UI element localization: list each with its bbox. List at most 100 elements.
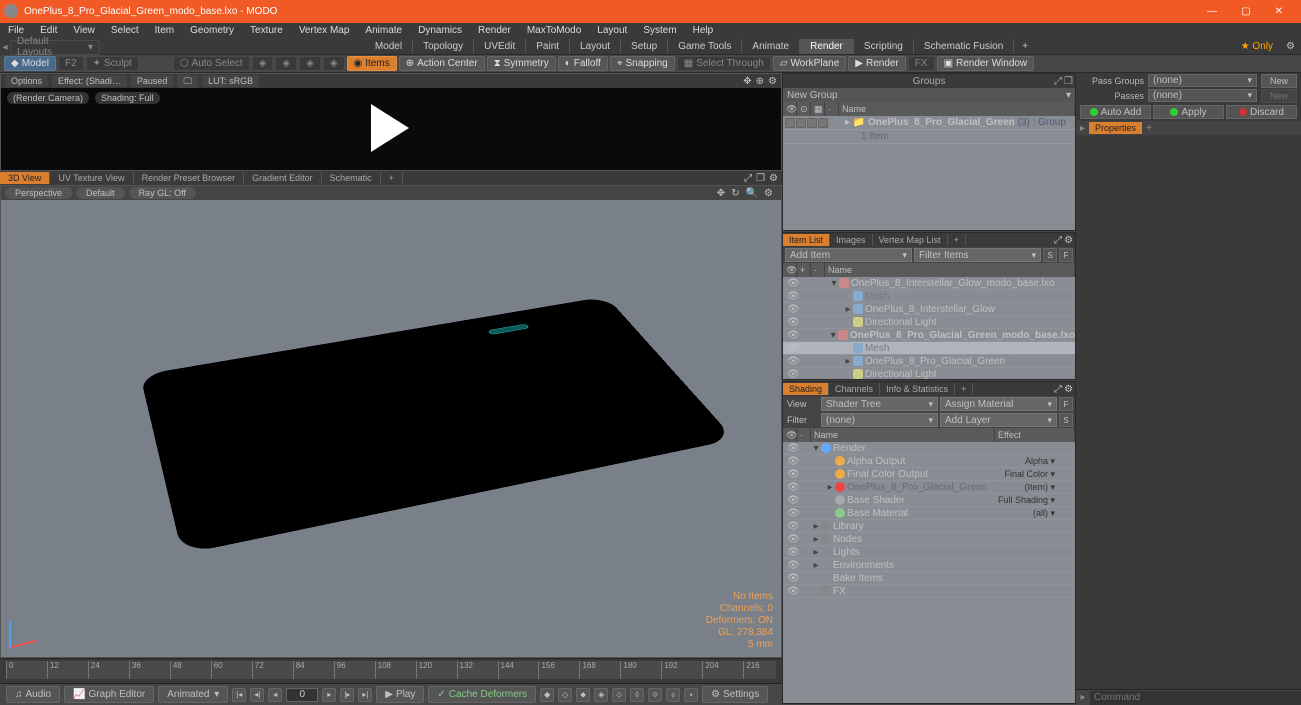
poly-mode-icon[interactable]: ◈ [299,56,321,71]
add-layer-dropdown[interactable]: Add Layer [940,413,1057,427]
tab-animate[interactable]: Animate [742,39,800,54]
shader-row[interactable]: 👁Bake Items [783,572,1075,585]
detach-icon[interactable]: ⤢ [1054,76,1062,87]
close-view-icon[interactable]: ⚙ [769,173,778,184]
tab-setup[interactable]: Setup [621,39,668,54]
monitor-icon[interactable]: 🖵 [177,75,198,88]
3d-viewport[interactable]: Perspective Default Ray GL: Off ✥ ↻ 🔍 ⚙ … [0,185,782,658]
shader-row[interactable]: 👁FX [783,585,1075,598]
falloff-button[interactable]: ◐Falloff [558,56,608,71]
rotate-icon[interactable]: ↻ [731,188,739,199]
close-panel-icon[interactable]: ❐ [1064,76,1073,87]
zoom-icon[interactable]: ⊕ [756,76,764,87]
cache-deformers-button[interactable]: ✓Cache Deformers [428,686,536,703]
menu-dynamics[interactable]: Dynamics [410,23,470,39]
shader-row[interactable]: 👁Base Material(all) ▾ [783,507,1075,520]
settings-button[interactable]: ⚙Settings [702,686,768,703]
pass-groups-dropdown[interactable]: (none) [1148,74,1257,87]
add-tab-icon[interactable]: + [1146,123,1152,134]
item-row[interactable]: 👁▸OnePlus_8_Pro_Glacial_Green(2) [783,355,1075,368]
tab-uvedit[interactable]: UVEdit [474,39,526,54]
command-input[interactable] [1090,691,1301,705]
only-button[interactable]: ★ Only [1241,41,1273,52]
auto-add-button[interactable]: Auto Add [1080,105,1151,119]
shadingtab-info---statistics[interactable]: Info & Statistics [880,383,955,395]
apply-button[interactable]: Apply [1153,105,1224,119]
close-icon[interactable]: ✕ [1269,4,1289,19]
new-pass-group-button[interactable]: New [1261,74,1297,88]
minimize-icon[interactable]: — [1201,4,1223,19]
shader-view-dropdown[interactable]: Shader Tree [821,397,938,411]
filter-f2-button[interactable]: F [1059,397,1073,411]
discard-button[interactable]: Discard [1226,105,1297,119]
menu-select[interactable]: Select [103,23,147,39]
f2-button[interactable]: F2 [58,56,84,71]
edge-mode-icon[interactable]: ◈ [275,56,297,71]
items-button[interactable]: ◉Items [347,56,397,71]
item-row[interactable]: 👁Directional Light [783,368,1075,379]
filter-s-button[interactable]: S [1043,248,1057,262]
command-expand-icon[interactable]: ▸ [1076,692,1090,703]
key-icon-1[interactable]: ◆ [540,688,554,702]
item-row[interactable]: 👁▾OnePlus_8_Pro_Glacial_Green_modo_base.… [783,329,1075,342]
detach-icon[interactable]: ⤢ [744,173,752,184]
shading-dropdown[interactable]: Default [76,187,125,199]
audio-button[interactable]: ♫Audio [6,686,60,703]
last-frame-icon[interactable]: ▸| [358,688,372,702]
key-icon-5[interactable]: ⬦ [612,688,626,702]
perspective-dropdown[interactable]: Perspective [5,187,72,199]
auto-select-button[interactable]: ⬡Auto Select [173,56,250,71]
filter-f-button[interactable]: F [1059,248,1073,262]
shader-row[interactable]: 👁▸Library [783,520,1075,533]
assign-material-dropdown[interactable]: Assign Material [940,397,1057,411]
shader-row[interactable]: 👁▸Lights [783,546,1075,559]
add-viewtab-icon[interactable]: + [381,172,403,184]
viewtab-render-preset-browser[interactable]: Render Preset Browser [134,172,245,184]
next-key-icon[interactable]: |▸ [340,688,354,702]
current-frame-input[interactable] [286,688,318,702]
maximize-icon[interactable]: ▢ [1235,4,1256,19]
panel-gear-icon[interactable]: ⚙ [1064,384,1073,395]
shader-row[interactable]: 👁▸Environments [783,559,1075,572]
menu-render[interactable]: Render [470,23,519,39]
item-row[interactable]: 👁▾OnePlus_8_Interstellar_Glow_modo_base.… [783,277,1075,290]
shader-filter-dropdown[interactable]: (none) [821,413,938,427]
shader-row[interactable]: 👁Alpha OutputAlpha ▾ [783,455,1075,468]
shader-row[interactable]: 👁Final Color OutputFinal Color ▾ [783,468,1075,481]
tab-model[interactable]: Model [365,39,413,54]
shader-row[interactable]: 👁▸Nodes [783,533,1075,546]
viewtab-gradient-editor[interactable]: Gradient Editor [244,172,322,184]
properties-tab[interactable]: Properties [1089,122,1142,134]
add-tab-icon[interactable]: + [1014,39,1036,54]
add-itemtab-icon[interactable]: + [948,234,966,246]
item-row[interactable]: 👁Directional Light [783,316,1075,329]
new-group-button[interactable]: New Group▾ [783,88,1075,102]
timeline[interactable]: 0122436486072849610812013214415616818019… [0,658,782,683]
viewtab-schematic[interactable]: Schematic [322,172,381,184]
filter-items-dropdown[interactable]: Filter Items [914,248,1041,262]
workplane-button[interactable]: ▱WorkPlane [773,56,846,71]
play-button[interactable]: ▶Play [376,686,424,703]
menu-animate[interactable]: Animate [357,23,410,39]
shadingtab-channels[interactable]: Channels [829,383,880,395]
filter-s2-button[interactable]: S [1059,413,1073,427]
pan-icon[interactable]: ✥ [717,188,725,199]
itemtab-item-list[interactable]: Item List [783,234,830,246]
next-frame-icon[interactable]: ▸ [322,688,336,702]
view-gear-icon[interactable]: ⚙ [764,188,773,199]
camera-label[interactable]: (Render Camera) [7,92,89,104]
render-window-button[interactable]: ▣Render Window [937,56,1035,71]
layout-dropdown[interactable]: Default Layouts▾ [10,40,100,55]
shader-row[interactable]: 👁Base ShaderFull Shading ▾ [783,494,1075,507]
mesh-object[interactable] [140,296,735,554]
menu-texture[interactable]: Texture [242,23,291,39]
shader-row[interactable]: 👁▸OnePlus_8_Pro_Glacial_Green(2)(Item) ▾ [783,481,1075,494]
sculpt-button[interactable]: ✦Sculpt [86,56,139,71]
key-icon-3[interactable]: ⬥ [576,688,590,702]
shader-row[interactable]: 👁▾Render [783,442,1075,455]
menu-geometry[interactable]: Geometry [182,23,242,39]
render-button[interactable]: ▶Render [848,56,906,71]
viewtab-3d-view[interactable]: 3D View [0,172,50,184]
maximize-view-icon[interactable]: ❐ [756,173,765,184]
menu-layout[interactable]: Layout [589,23,635,39]
